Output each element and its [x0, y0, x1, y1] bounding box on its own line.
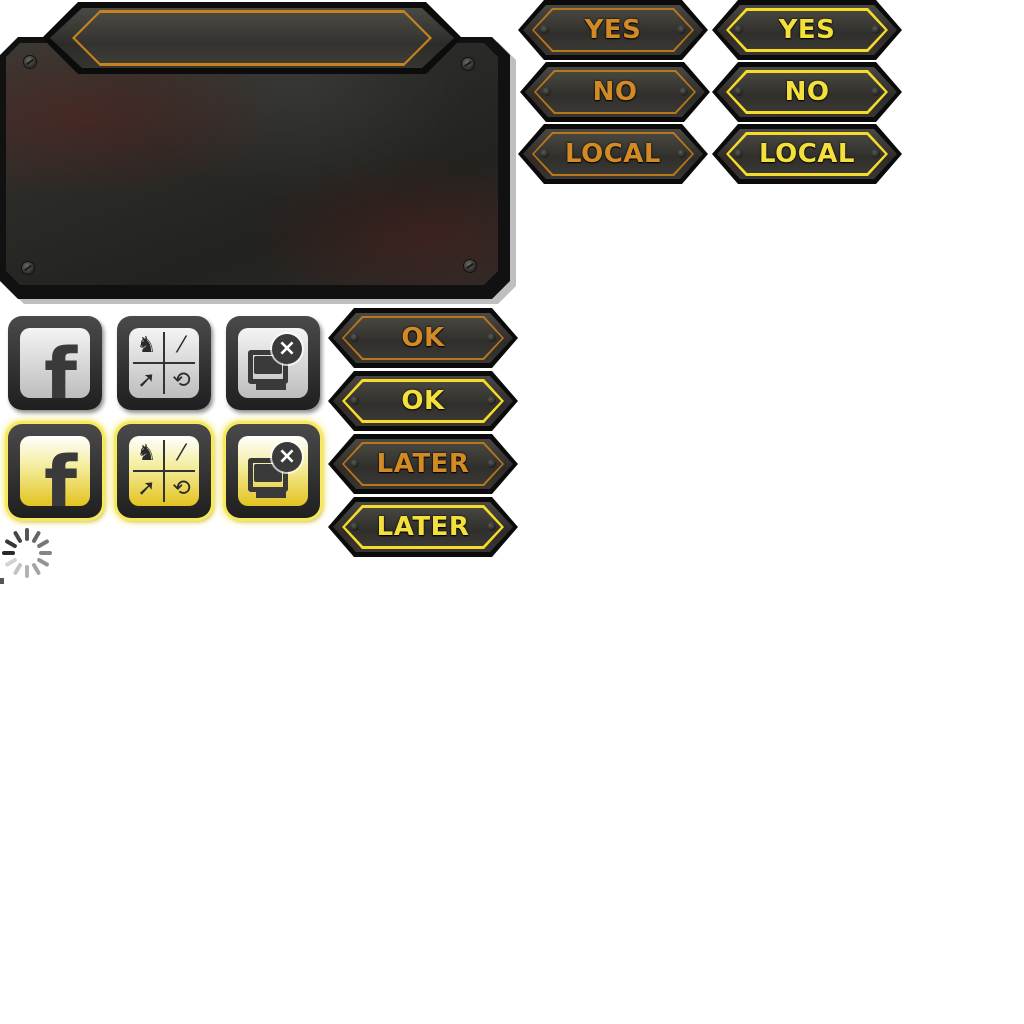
spinner-bar — [36, 538, 50, 549]
timer-icon: ⟲ — [172, 368, 191, 393]
spinner-tick — [0, 578, 4, 584]
screw-icon — [24, 56, 36, 68]
wand-icon: ⁄ — [179, 441, 184, 466]
screw-icon — [464, 260, 476, 272]
knight-icon: ♞ — [136, 333, 157, 358]
dialog-title-field — [75, 13, 429, 63]
spinner-bar — [31, 562, 42, 576]
yes-button-highlighted[interactable]: YES — [712, 0, 902, 60]
facebook-icon: f — [44, 331, 78, 399]
later-button-label: LATER — [376, 449, 470, 479]
rocket-icon: ➚ — [137, 368, 156, 393]
ok-button-label: OK — [401, 386, 445, 416]
spinner-bar — [36, 557, 50, 568]
no-button[interactable]: NO — [520, 62, 710, 122]
spinner-bar — [25, 528, 29, 541]
screw-icon — [462, 58, 474, 70]
disconnect-icon: × — [238, 436, 308, 506]
later-button[interactable]: LATER — [328, 434, 518, 494]
game-modes-button[interactable]: ♞ ⁄ ➚ ⟲ — [117, 316, 211, 410]
knight-icon: ♞ — [136, 441, 157, 466]
game-modes-button-highlighted[interactable]: ♞ ⁄ ➚ ⟲ — [117, 424, 211, 518]
close-icon: × — [272, 334, 302, 364]
loading-spinner-icon — [0, 526, 54, 580]
facebook-button[interactable]: f — [8, 316, 102, 410]
no-button-label: NO — [592, 77, 638, 107]
spinner-bar — [2, 551, 15, 555]
dialog-body — [6, 43, 498, 285]
ok-button[interactable]: OK — [328, 308, 518, 368]
spinner-bar — [12, 562, 23, 576]
no-button-label: NO — [784, 77, 830, 107]
yes-button-label: YES — [778, 15, 836, 45]
ok-button-label: OK — [401, 323, 445, 353]
spinner-bar — [31, 530, 42, 544]
local-button-label: LOCAL — [758, 139, 855, 169]
game-modes-icon: ♞ ⁄ ➚ ⟲ — [129, 328, 199, 398]
spinner-bar — [4, 557, 18, 568]
close-icon: × — [272, 442, 302, 472]
yes-button[interactable]: YES — [518, 0, 708, 60]
yes-button-label: YES — [584, 15, 642, 45]
disconnect-button[interactable]: × — [226, 316, 320, 410]
no-button-highlighted[interactable]: NO — [712, 62, 902, 122]
later-button-label: LATER — [376, 512, 470, 542]
spinner-bar — [25, 565, 29, 578]
later-button-highlighted[interactable]: LATER — [328, 497, 518, 557]
local-button-label: LOCAL — [564, 139, 661, 169]
local-button[interactable]: LOCAL — [518, 124, 708, 184]
timer-icon: ⟲ — [172, 476, 191, 501]
game-modes-icon: ♞ ⁄ ➚ ⟲ — [129, 436, 199, 506]
local-button-highlighted[interactable]: LOCAL — [712, 124, 902, 184]
screw-icon — [22, 262, 34, 274]
facebook-icon: f — [44, 439, 78, 507]
disconnect-button-highlighted[interactable]: × — [226, 424, 320, 518]
ok-button-highlighted[interactable]: OK — [328, 371, 518, 431]
spinner-bar — [39, 551, 52, 555]
spinner-bar — [4, 538, 18, 549]
wand-icon: ⁄ — [179, 333, 184, 358]
disconnect-icon: × — [238, 328, 308, 398]
spinner-bar — [12, 530, 23, 544]
facebook-button-highlighted[interactable]: f — [8, 424, 102, 518]
rocket-icon: ➚ — [137, 476, 156, 501]
